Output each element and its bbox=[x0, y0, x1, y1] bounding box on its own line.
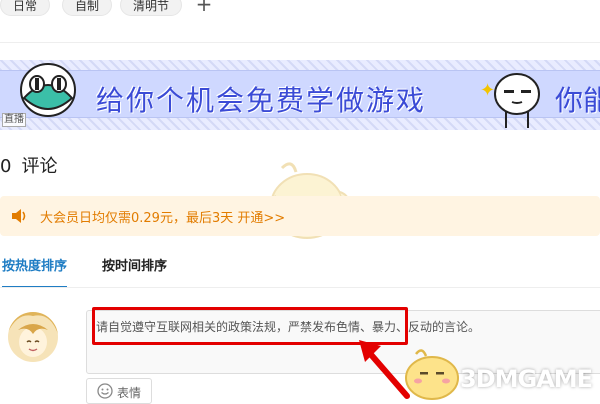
speaker-icon bbox=[10, 207, 28, 229]
vip-promo-bar[interactable]: 大会员日均仅需0.29元，最后3天 开通>> bbox=[0, 196, 600, 236]
vip-promo-text[interactable]: 大会员日均仅需0.29元，最后3天 开通>> bbox=[40, 207, 285, 226]
ad-banner-text: 给你个机会免费学做游戏 bbox=[96, 84, 427, 117]
tag-daily[interactable]: 日常 bbox=[0, 0, 51, 16]
comment-title: 评论 bbox=[21, 156, 58, 177]
chick-mascot-icon bbox=[402, 346, 462, 404]
avatar[interactable] bbox=[8, 312, 58, 362]
comment-count-heading: 0 评论 bbox=[0, 152, 57, 178]
tabs-divider bbox=[0, 287, 600, 288]
smile-icon bbox=[97, 383, 113, 403]
emoji-button-label: 表情 bbox=[117, 386, 142, 400]
comment-count: 0 bbox=[0, 156, 12, 177]
tab-sort-by-hot[interactable]: 按热度排序 bbox=[2, 258, 68, 288]
site-watermark: 3DMGAME bbox=[460, 365, 593, 393]
add-tag-button[interactable]: + bbox=[194, 0, 214, 16]
divider bbox=[0, 42, 600, 43]
ad-banner-text-trailing: 你能 bbox=[555, 84, 600, 117]
tag-qingming[interactable]: 清明节 bbox=[120, 0, 183, 16]
mascot-left-icon bbox=[18, 58, 78, 122]
tag-original[interactable]: 自制 bbox=[62, 0, 113, 16]
mascot-right-icon bbox=[492, 70, 542, 134]
emoji-button[interactable]: 表情 bbox=[86, 378, 152, 404]
tab-sort-by-time[interactable]: 按时间排序 bbox=[102, 258, 167, 286]
tag-row: 日常 自制 清明节 + bbox=[0, 0, 600, 20]
banner-corner-mark: 直播 bbox=[2, 113, 26, 127]
